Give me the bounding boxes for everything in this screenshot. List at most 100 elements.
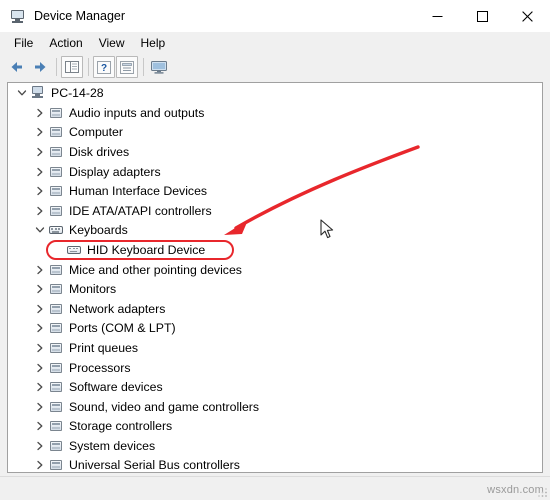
tree-node-audio-inputs-and-outputs[interactable]: Audio inputs and outputs <box>8 103 542 123</box>
tree-node-label: Network adapters <box>69 301 166 316</box>
toolbar-separator-2 <box>88 58 89 76</box>
svg-text:?: ? <box>101 63 107 74</box>
device-icon <box>48 340 64 356</box>
window-controls <box>415 0 550 32</box>
tree-node-sound-video-and-game-controllers[interactable]: Sound, video and game controllers <box>8 397 542 417</box>
chevron-right-icon[interactable] <box>32 360 48 376</box>
tree-node-label: Mice and other pointing devices <box>69 262 242 277</box>
device-icon <box>48 164 64 180</box>
device-icon <box>48 379 64 395</box>
tree-node-display-adapters[interactable]: Display adapters <box>8 162 542 182</box>
chevron-right-icon[interactable] <box>32 438 48 454</box>
tree-node-label: Universal Serial Bus controllers <box>69 458 240 473</box>
tree-node-label: IDE ATA/ATAPI controllers <box>69 203 212 218</box>
window-title: Device Manager <box>34 9 126 23</box>
device-icon <box>48 281 64 297</box>
tree-node-label: Audio inputs and outputs <box>69 105 205 120</box>
tree-node-hid-keyboard-device[interactable]: HID Keyboard Device <box>8 240 542 261</box>
tree-node-keyboards[interactable]: Keyboards <box>8 221 542 241</box>
menu-view[interactable]: View <box>91 34 133 52</box>
toolbar-separator-1 <box>56 58 57 76</box>
tree-node-system-devices[interactable]: System devices <box>8 436 542 456</box>
tree-node-network-adapters[interactable]: Network adapters <box>8 299 542 319</box>
chevron-right-icon[interactable] <box>32 144 48 160</box>
chevron-right-icon[interactable] <box>32 301 48 317</box>
chevron-right-icon[interactable] <box>32 183 48 199</box>
forward-button[interactable] <box>29 56 51 78</box>
chevron-right-icon[interactable] <box>32 399 48 415</box>
question-mark-icon[interactable]: ? <box>93 56 115 78</box>
chevron-right-icon[interactable] <box>32 418 48 434</box>
tree-node-label-root: PC-14-28 <box>51 86 104 100</box>
device-icon <box>48 360 64 376</box>
tree-node-human-interface-devices[interactable]: Human Interface Devices <box>8 181 542 201</box>
menu-bar: File Action View Help <box>0 32 550 54</box>
tree-node-storage-controllers[interactable]: Storage controllers <box>8 417 542 437</box>
chevron-down-icon[interactable] <box>32 222 48 238</box>
tree-node-ports-com-and-lpt[interactable]: Ports (COM & LPT) <box>8 319 542 339</box>
tree-node-software-devices[interactable]: Software devices <box>8 377 542 397</box>
chevron-right-icon[interactable] <box>32 281 48 297</box>
computer-icon <box>30 85 46 101</box>
chevron-right-icon[interactable] <box>32 379 48 395</box>
tree-node-label: Monitors <box>69 282 117 297</box>
monitor-icon <box>10 8 26 24</box>
tree-node-mice-and-other-pointing-devices[interactable]: Mice and other pointing devices <box>8 260 542 280</box>
tree-node-root[interactable]: PC-14-28 <box>8 83 542 103</box>
tree-node-monitors[interactable]: Monitors <box>8 279 542 299</box>
menu-help[interactable]: Help <box>133 34 174 52</box>
tree-node-ide-ata-atapi-controllers[interactable]: IDE ATA/ATAPI controllers <box>8 201 542 221</box>
tree-node-print-queues[interactable]: Print queues <box>8 338 542 358</box>
tree-node-label: Processors <box>69 360 131 375</box>
tree-node-label: Ports (COM & LPT) <box>69 321 176 336</box>
chevron-down-icon[interactable] <box>14 85 30 101</box>
chevron-right-icon[interactable] <box>32 105 48 121</box>
tree-node-computer[interactable]: Computer <box>8 123 542 143</box>
scan-monitor-icon[interactable] <box>148 56 170 78</box>
tree-node-label: System devices <box>69 438 156 453</box>
device-tree[interactable]: PC-14-28 Audio inputs and outputs Comput… <box>7 82 543 473</box>
tree-node-universal-serial-bus-controllers[interactable]: Universal Serial Bus controllers <box>8 456 542 473</box>
keyboard-category-icon <box>48 222 64 238</box>
chevron-right-icon[interactable] <box>32 124 48 140</box>
chevron-right-icon[interactable] <box>32 203 48 219</box>
tree-node-label: Human Interface Devices <box>69 184 208 199</box>
minimize-button[interactable] <box>415 0 460 32</box>
tree-node-processors[interactable]: Processors <box>8 358 542 378</box>
tree-node-label: HID Keyboard Device <box>87 242 206 257</box>
chevron-right-icon[interactable] <box>32 320 48 336</box>
tree-panel-icon[interactable] <box>61 56 83 78</box>
chevron-right-icon[interactable] <box>32 262 48 278</box>
chevron-right-icon[interactable] <box>32 340 48 356</box>
device-icon <box>48 203 64 219</box>
tree-node-label: Computer <box>69 125 123 140</box>
device-icon <box>48 399 64 415</box>
close-button[interactable] <box>505 0 550 32</box>
status-bar: wsxdn.com <box>0 476 550 500</box>
device-icon <box>48 183 64 199</box>
device-icon <box>48 457 64 472</box>
tree-node-label: Display adapters <box>69 164 161 179</box>
tree-node-disk-drives[interactable]: Disk drives <box>8 142 542 162</box>
maximize-button[interactable] <box>460 0 505 32</box>
resize-grip[interactable] <box>536 486 548 498</box>
tree-node-label: Print queues <box>69 340 139 355</box>
chevron-right-icon[interactable] <box>32 164 48 180</box>
menu-action[interactable]: Action <box>41 34 90 52</box>
toolbar-separator-3 <box>143 58 144 76</box>
tree-node-label: Disk drives <box>69 144 130 159</box>
tree-node-label: Software devices <box>69 380 163 395</box>
device-icon <box>48 301 64 317</box>
device-icon <box>48 144 64 160</box>
title-bar: Device Manager <box>0 0 550 33</box>
tree-node-label: Sound, video and game controllers <box>69 399 260 414</box>
device-icon <box>48 418 64 434</box>
device-manager-window: Device Manager File Action View Help ? P… <box>0 0 550 500</box>
device-icon <box>48 262 64 278</box>
menu-file[interactable]: File <box>6 34 41 52</box>
toolbar: ? <box>0 54 550 80</box>
properties-icon[interactable] <box>116 56 138 78</box>
chevron-right-icon[interactable] <box>32 457 48 472</box>
back-button[interactable] <box>6 56 28 78</box>
